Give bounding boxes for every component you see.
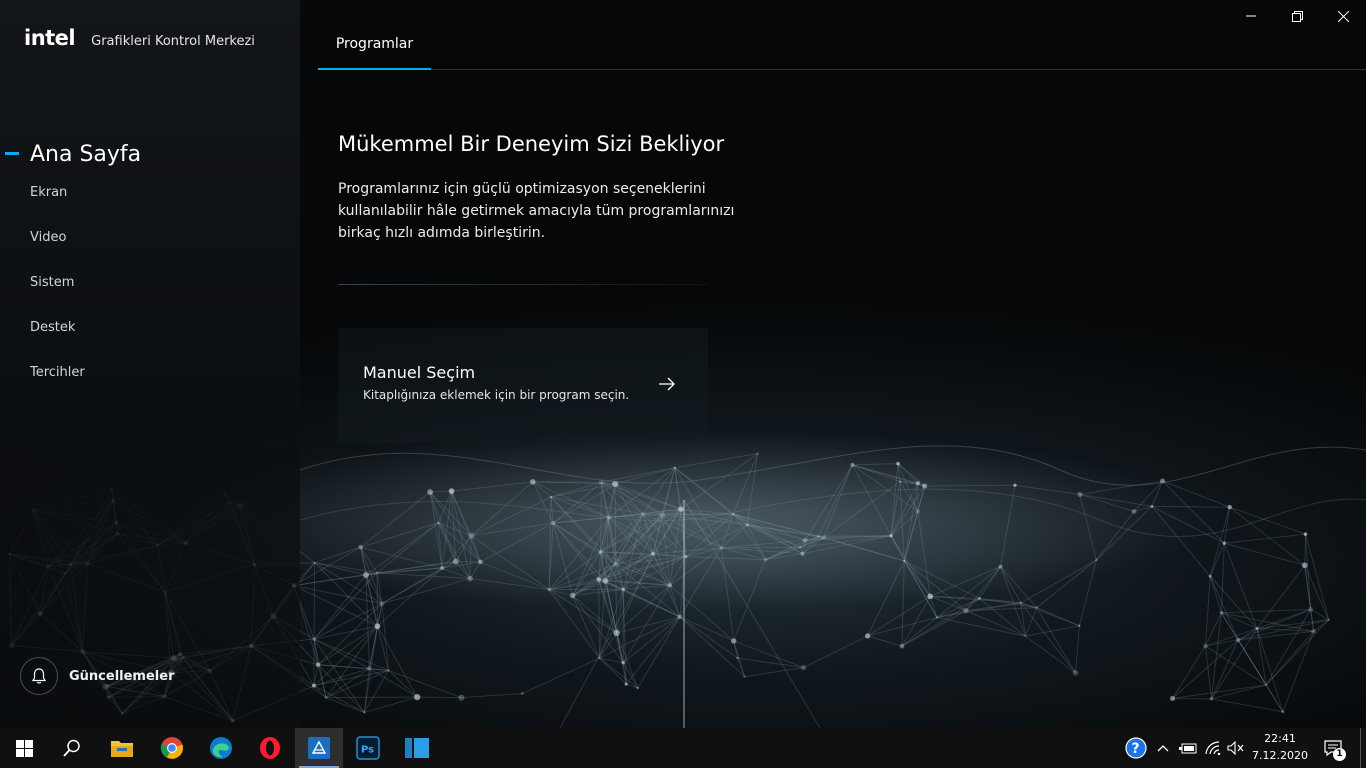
taskbar-chrome[interactable] (148, 728, 196, 768)
chrome-icon (160, 737, 183, 759)
restore-icon (1291, 10, 1303, 22)
hero-description: Programlarınız için güçlü optimizasyon s… (338, 181, 735, 241)
volume-tray-button[interactable] (1224, 728, 1246, 768)
search-icon (63, 739, 80, 757)
app-window-icon (405, 738, 429, 758)
taskbar-file-explorer[interactable] (98, 728, 146, 768)
opera-icon (260, 737, 280, 759)
card-title: Manuel Seçim (363, 363, 476, 382)
network-tray-button[interactable] (1202, 728, 1224, 768)
taskbar-photoshop[interactable]: Ps (344, 728, 392, 768)
close-icon (1337, 10, 1349, 22)
windows-taskbar: Ps ? 22:41 7.12.2020 1 (0, 728, 1366, 768)
app-brand: intel Grafikleri Kontrol Merkezi (24, 26, 255, 50)
help-tray-button[interactable]: ? (1122, 728, 1150, 768)
sidebar-item-ekran[interactable]: Ekran (0, 170, 300, 215)
taskbar-clock[interactable]: 22:41 7.12.2020 (1246, 730, 1314, 766)
intel-graphics-window: intel Grafikleri Kontrol Merkezi Ana Say… (0, 0, 1366, 728)
taskbar-edge[interactable] (197, 728, 245, 768)
photoshop-icon: Ps (356, 736, 380, 760)
updates-label: Güncellemeler (69, 668, 175, 684)
close-button[interactable] (1320, 0, 1366, 32)
arrow-right-icon (659, 377, 675, 391)
sidebar-item-tercihler[interactable]: Tercihler (0, 350, 300, 395)
sidebar-item-ana-sayfa[interactable]: Ana Sayfa (0, 138, 300, 170)
taskbar-search-button[interactable] (48, 728, 96, 768)
app-title: Grafikleri Kontrol Merkezi (91, 34, 255, 49)
start-button[interactable] (0, 728, 48, 768)
card-subtitle: Kitaplığınıza eklemek için bir program s… (363, 388, 630, 402)
hero-divider (338, 284, 708, 285)
sidebar-item-destek[interactable]: Destek (0, 305, 300, 350)
volume-muted-icon (1226, 741, 1243, 755)
hero-title: Mükemmel Bir Deneyim Sizi Bekliyor (338, 132, 725, 156)
sidebar-item-sistem[interactable]: Sistem (0, 260, 300, 305)
folder-icon (111, 741, 133, 757)
restore-button[interactable] (1274, 0, 1320, 32)
clock-time: 22:41 (1264, 732, 1296, 745)
manual-selection-card[interactable]: Manuel Seçim Kitaplığınıza eklemek için … (338, 328, 708, 443)
intel-logo: intel (24, 26, 76, 50)
notification-count-badge: 1 (1333, 748, 1346, 761)
chevron-up-icon (1157, 745, 1169, 752)
edge-icon (210, 737, 232, 759)
action-center-button[interactable] (1318, 728, 1348, 768)
minimize-icon (1246, 15, 1256, 17)
battery-icon (1179, 743, 1197, 754)
window-controls (1228, 0, 1366, 32)
help-icon: ? (1125, 737, 1147, 759)
sidebar-nav: Ana Sayfa Ekran Video Sistem Destek Terc… (0, 138, 300, 395)
show-desktop-button[interactable] (1360, 728, 1366, 768)
sidebar-item-label: Ana Sayfa (30, 141, 142, 167)
tab-programlar[interactable]: Programlar (318, 28, 431, 70)
sidebar-item-video[interactable]: Video (0, 215, 300, 260)
bell-icon (20, 657, 58, 695)
intel-graphics-icon (308, 737, 330, 759)
battery-tray-button[interactable] (1176, 728, 1200, 768)
sidebar: intel Grafikleri Kontrol Merkezi Ana Say… (0, 0, 300, 728)
minimize-button[interactable] (1228, 0, 1274, 32)
show-hidden-icons-button[interactable] (1152, 728, 1174, 768)
taskbar-intel-graphics[interactable] (295, 728, 343, 768)
svg-text:?: ? (1132, 741, 1140, 757)
wifi-icon (1205, 741, 1221, 755)
active-indicator (5, 152, 19, 155)
updates-button[interactable]: Güncellemeler (20, 657, 174, 695)
svg-text:Ps: Ps (361, 745, 374, 756)
tab-divider (431, 69, 1366, 70)
windows-logo-icon (15, 739, 33, 757)
active-tab-underline (318, 68, 431, 70)
taskbar-opera[interactable] (246, 728, 294, 768)
taskbar-app-blue[interactable] (393, 728, 441, 768)
clock-date: 7.12.2020 (1252, 749, 1308, 762)
